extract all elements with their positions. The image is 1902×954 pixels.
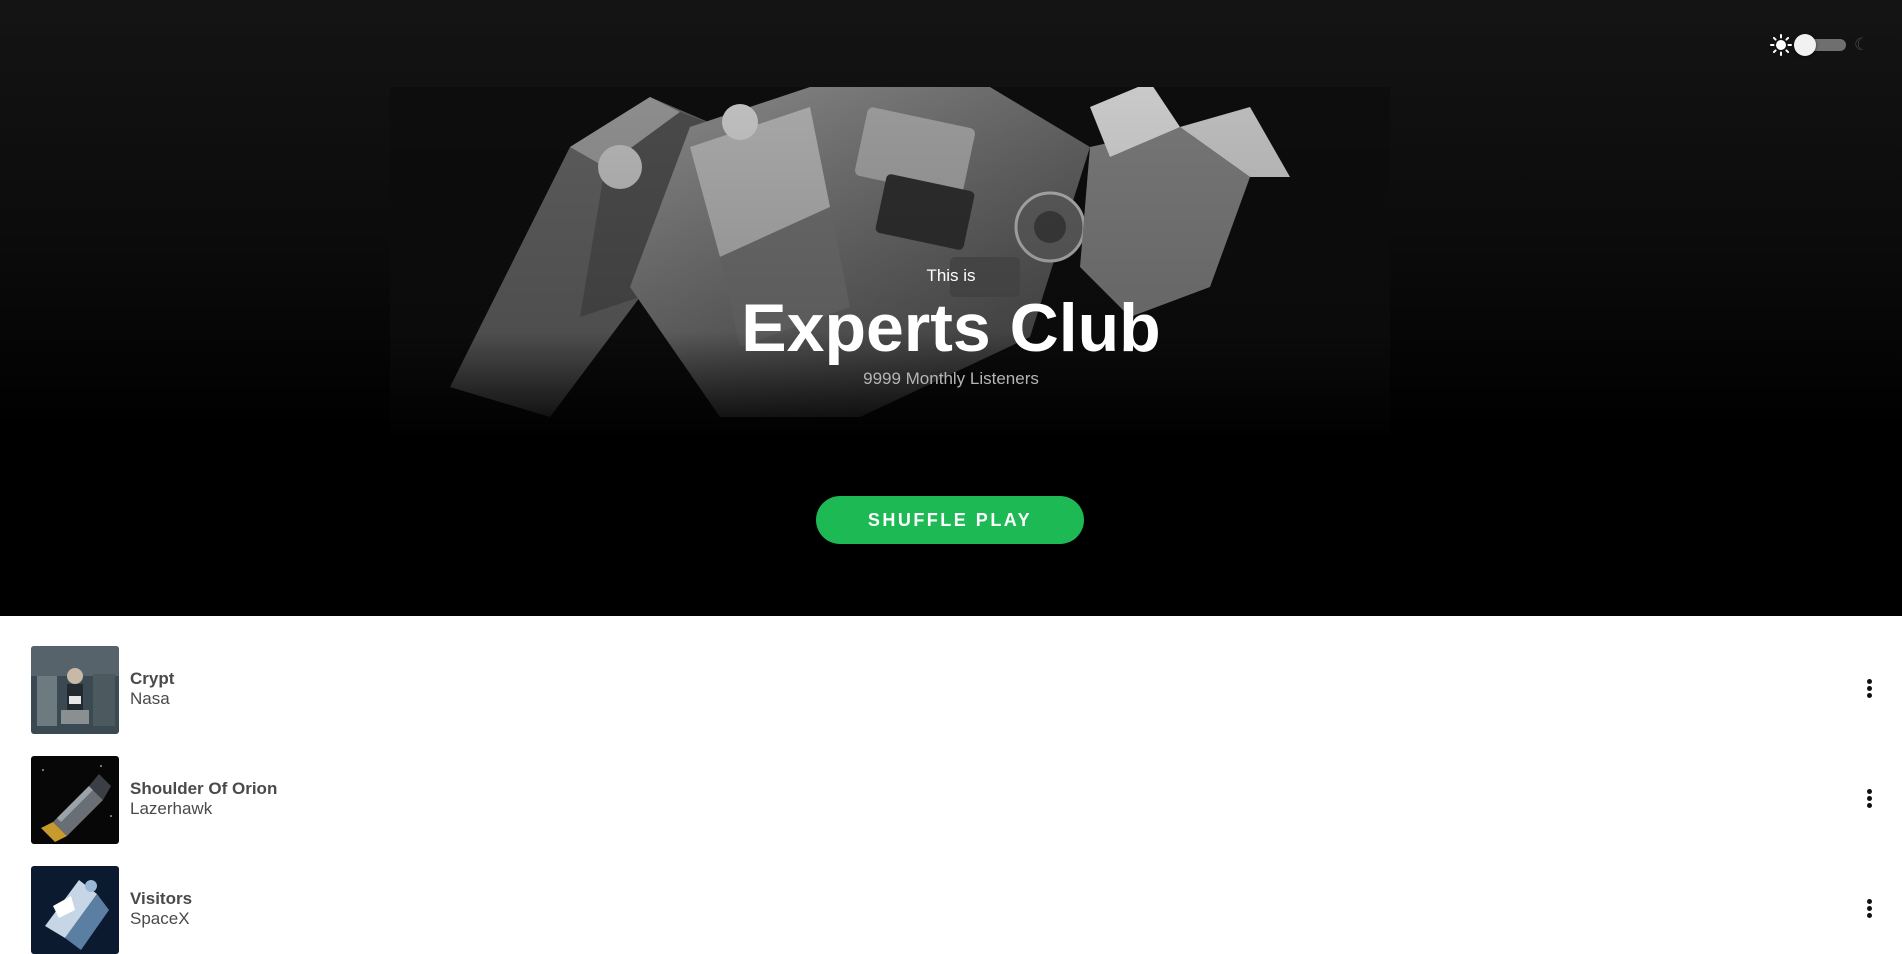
track-thumbnail — [31, 756, 119, 844]
track-row[interactable]: Visitors SpaceX — [0, 833, 1902, 954]
moon-icon: ☾ — [1854, 35, 1870, 55]
track-row[interactable]: Crypt Nasa — [0, 613, 1902, 734]
track-artist: Nasa — [130, 689, 170, 708]
track-row[interactable]: Shoulder Of Orion Lazerhawk — [0, 723, 1902, 844]
track-info: Crypt Nasa — [130, 669, 174, 709]
more-options-icon[interactable] — [1864, 899, 1874, 921]
theme-toggle[interactable]: ☾ — [1770, 34, 1880, 56]
track-thumbnail — [31, 646, 119, 734]
track-artist: Lazerhawk — [130, 799, 213, 818]
track-title: Visitors — [130, 889, 193, 908]
track-title: Crypt — [130, 669, 175, 688]
track-title: Shoulder Of Orion — [130, 779, 278, 798]
more-options-icon[interactable] — [1864, 789, 1874, 811]
shuffle-play-button[interactable]: SHUFFLE PLAY — [816, 496, 1084, 544]
artist-title: Experts Club — [741, 290, 1161, 366]
track-thumbnail — [31, 866, 119, 954]
monthly-listeners: 9999 Monthly Listeners — [863, 369, 1039, 388]
track-list: Crypt Nasa Shoulder Of Orion Lazerhawk V… — [0, 613, 1902, 954]
track-info: Shoulder Of Orion Lazerhawk — [130, 779, 277, 819]
track-info: Visitors SpaceX — [130, 889, 192, 929]
toggle-knob[interactable] — [1794, 34, 1816, 56]
hero-text: This is Experts Club 9999 Monthly Listen… — [0, 264, 1902, 390]
track-artist: SpaceX — [130, 909, 190, 928]
hero-eyebrow: This is — [926, 266, 976, 285]
toggle-track[interactable] — [1794, 34, 1846, 56]
sun-icon — [1770, 34, 1792, 56]
more-options-icon[interactable] — [1864, 679, 1874, 701]
hero-banner: ☾ This is Experts Club 9999 Monthly List… — [0, 0, 1902, 616]
